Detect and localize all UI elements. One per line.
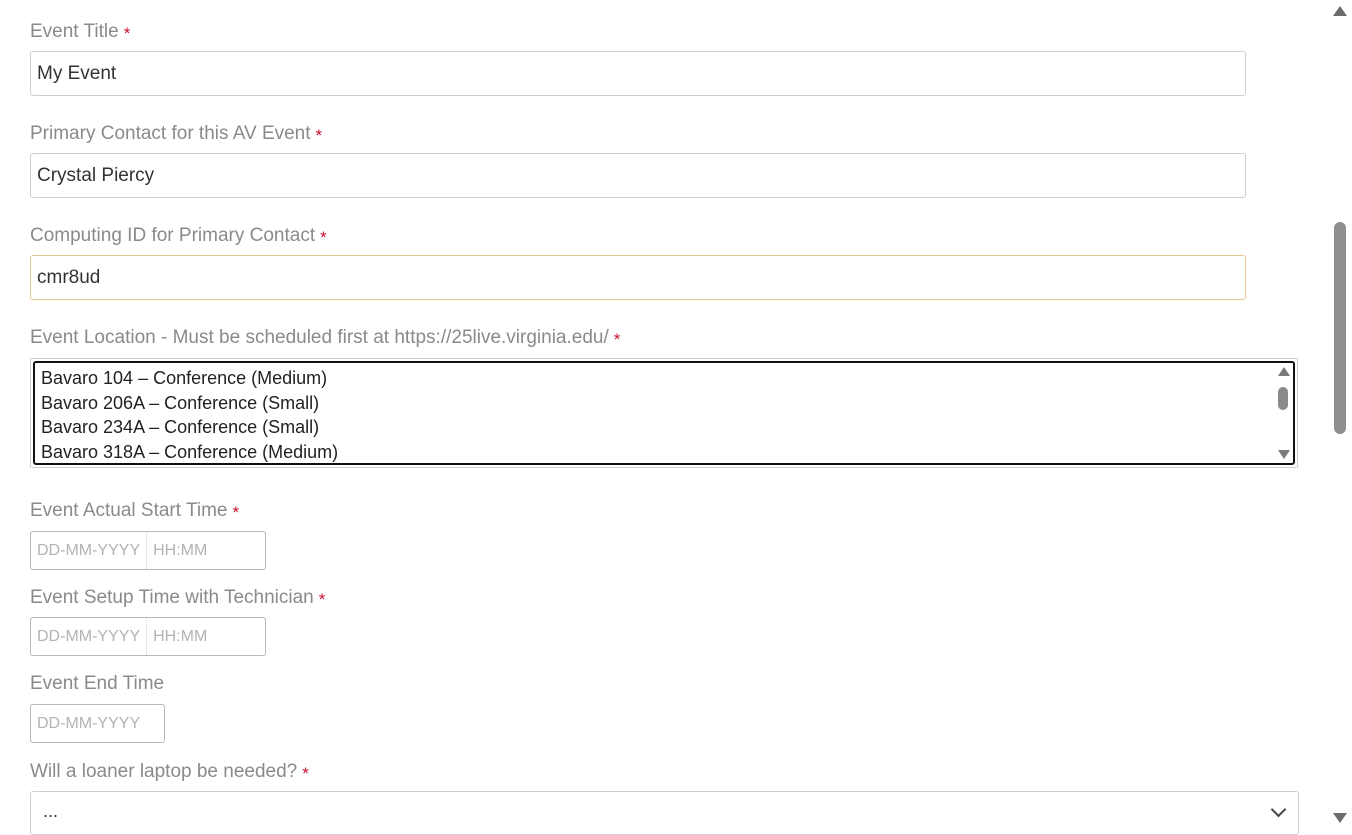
required-marker: * — [318, 590, 326, 609]
scroll-thumb[interactable] — [1278, 387, 1288, 410]
location-option[interactable]: Bavaro 318A – Conference (Medium) — [41, 441, 338, 463]
primary-contact-input[interactable]: Crystal Piercy — [30, 153, 1246, 198]
event-location-label: Event Location - Must be scheduled first… — [30, 327, 621, 349]
computing-id-label: Computing ID for Primary Contact * — [30, 225, 327, 247]
primary-contact-label: Primary Contact for this AV Event * — [30, 123, 323, 145]
required-marker: * — [320, 228, 327, 247]
scroll-down-arrow-icon[interactable] — [1333, 813, 1347, 823]
required-marker: * — [232, 503, 240, 522]
start-time-picker[interactable]: DD-MM-YYYY HH:MM — [30, 531, 266, 570]
setup-time-input[interactable]: HH:MM — [147, 618, 213, 655]
start-time-label: Event Actual Start Time * — [30, 500, 240, 522]
loaner-laptop-value: ... — [43, 801, 59, 821]
setup-time-label: Event Setup Time with Technician * — [30, 587, 326, 609]
event-title-label: Event Title * — [30, 21, 131, 43]
required-marker: * — [123, 24, 131, 43]
scroll-up-arrow-icon[interactable] — [1333, 6, 1347, 16]
required-marker: * — [613, 330, 621, 349]
location-option[interactable]: Bavaro 104 – Conference (Medium) — [41, 367, 327, 389]
end-date-input[interactable]: DD-MM-YYYY — [31, 705, 146, 742]
start-date-input[interactable]: DD-MM-YYYY — [31, 532, 146, 569]
location-option[interactable]: Bavaro 234A – Conference (Small) — [41, 416, 319, 438]
listbox-scrollbar[interactable] — [1275, 363, 1291, 463]
event-title-input[interactable]: My Event — [30, 51, 1246, 96]
loaner-laptop-label: Will a loaner laptop be needed? * — [30, 761, 309, 783]
event-location-listbox-focus: Bavaro 104 – Conference (Medium) Bavaro … — [33, 361, 1295, 465]
scroll-up-arrow-icon[interactable] — [1278, 367, 1290, 376]
chevron-down-icon — [1270, 801, 1287, 818]
scroll-down-arrow-icon[interactable] — [1278, 450, 1290, 459]
loaner-laptop-select[interactable]: ... — [30, 791, 1299, 835]
setup-date-input[interactable]: DD-MM-YYYY — [31, 618, 146, 655]
setup-time-picker[interactable]: DD-MM-YYYY HH:MM — [30, 617, 266, 656]
scroll-thumb[interactable] — [1334, 222, 1346, 434]
required-marker: * — [315, 126, 323, 145]
start-time-input[interactable]: HH:MM — [147, 532, 213, 569]
event-location-listbox[interactable]: Bavaro 104 – Conference (Medium) Bavaro … — [30, 358, 1298, 468]
computing-id-input[interactable]: cmr8ud — [30, 255, 1246, 300]
end-time-label: Event End Time — [30, 673, 165, 694]
end-time-picker[interactable]: DD-MM-YYYY — [30, 704, 165, 743]
location-option[interactable]: Bavaro 206A – Conference (Small) — [41, 392, 319, 414]
required-marker: * — [302, 764, 309, 783]
page-scrollbar[interactable] — [1330, 0, 1352, 827]
